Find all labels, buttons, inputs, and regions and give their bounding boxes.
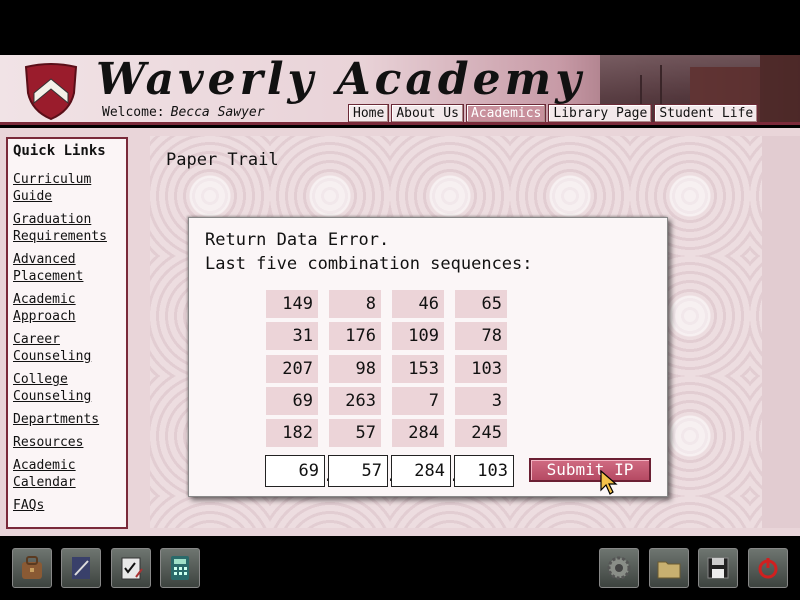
combination-cell: 176 xyxy=(329,322,381,350)
combination-cell: 46 xyxy=(392,290,444,318)
combination-cell: 103 xyxy=(455,355,507,383)
site-title: Waverly Academy xyxy=(96,55,585,105)
ip-octet-input-4[interactable]: 103 xyxy=(454,455,514,487)
quick-link-career-counseling[interactable]: Career Counseling xyxy=(13,331,126,365)
welcome-label: Welcome: xyxy=(102,105,165,120)
combination-cell: 207 xyxy=(266,355,318,383)
settings-gear-icon[interactable] xyxy=(599,548,639,588)
quick-link-graduation-requirements[interactable]: Graduation Requirements xyxy=(13,211,126,245)
folder-icon[interactable] xyxy=(649,548,689,588)
content-area: Quick Links Curriculum Guide Graduation Re… xyxy=(0,128,800,536)
quick-links-title: Quick Links xyxy=(13,143,106,159)
quick-link-academic-calendar[interactable]: Academic Calendar xyxy=(13,457,126,491)
combination-cell: 182 xyxy=(266,419,318,447)
school-crest-icon xyxy=(24,63,78,121)
quick-link-faqs[interactable]: FAQs xyxy=(13,497,126,514)
welcome-text: Welcome: Becca Sawyer xyxy=(102,105,265,120)
quick-links-sidebar: Quick Links Curriculum Guide Graduation Re… xyxy=(6,137,128,529)
power-icon[interactable] xyxy=(748,548,788,588)
letterbox-top xyxy=(0,0,800,55)
checklist-icon[interactable] xyxy=(111,548,151,588)
calculator-icon[interactable] xyxy=(160,548,200,588)
ip-octet-input-2[interactable]: 57 xyxy=(328,455,388,487)
nav-tab-academics[interactable]: Academics xyxy=(465,104,547,122)
combination-cell: 8 xyxy=(329,290,381,318)
combination-cell: 57 xyxy=(329,419,381,447)
nav-tab-student-life[interactable]: Student Life xyxy=(654,104,759,122)
submit-ip-button[interactable]: Submit IP xyxy=(529,458,651,482)
notebook-icon[interactable] xyxy=(61,548,101,588)
combination-cell: 284 xyxy=(392,419,444,447)
combination-cell: 78 xyxy=(455,322,507,350)
combination-cell: 245 xyxy=(455,419,507,447)
combination-cell: 31 xyxy=(266,322,318,350)
quick-link-resources[interactable]: Resources xyxy=(13,434,126,451)
dialog-error-message: Last five combination sequences: xyxy=(205,254,533,274)
nav-tab-about-us[interactable]: About Us xyxy=(391,104,464,122)
game-toolbar xyxy=(0,536,800,600)
combination-cell: 109 xyxy=(392,322,444,350)
nav-tab-library-page[interactable]: Library Page xyxy=(548,104,653,122)
site-header: Waverly Academy Welcome: Becca Sawyer Hom… xyxy=(0,55,800,125)
content-right-margin xyxy=(762,136,800,528)
combination-cell: 3 xyxy=(455,387,507,415)
combination-cell: 69 xyxy=(266,387,318,415)
combination-cell: 65 xyxy=(455,290,507,318)
combination-cell: 149 xyxy=(266,290,318,318)
combination-cell: 153 xyxy=(392,355,444,383)
error-dialog: Return Data Error. Last five combination… xyxy=(188,217,668,497)
ip-octet-input-3[interactable]: 284 xyxy=(391,455,451,487)
user-name: Becca Sawyer xyxy=(170,105,265,120)
main-nav: Home About Us Academics Library Page Stu… xyxy=(348,104,759,122)
nav-tab-home[interactable]: Home xyxy=(348,104,390,122)
combination-cell: 7 xyxy=(392,387,444,415)
combination-cell: 263 xyxy=(329,387,381,415)
dialog-error-title: Return Data Error. xyxy=(205,230,390,250)
quick-link-college-counseling[interactable]: College Counseling xyxy=(13,371,126,405)
pointer-cursor-icon xyxy=(600,470,618,495)
quick-link-advanced-placement[interactable]: Advanced Placement xyxy=(13,251,126,285)
ip-octet-input-1[interactable]: 69 xyxy=(265,455,325,487)
save-disk-icon[interactable] xyxy=(698,548,738,588)
quick-link-departments[interactable]: Departments xyxy=(13,411,126,428)
combination-cell: 98 xyxy=(329,355,381,383)
page-heading: Paper Trail xyxy=(166,150,279,170)
satchel-icon[interactable] xyxy=(12,548,52,588)
quick-link-academic-approach[interactable]: Academic Approach xyxy=(13,291,126,325)
quick-link-curriculum-guide[interactable]: Curriculum Guide xyxy=(13,171,126,205)
